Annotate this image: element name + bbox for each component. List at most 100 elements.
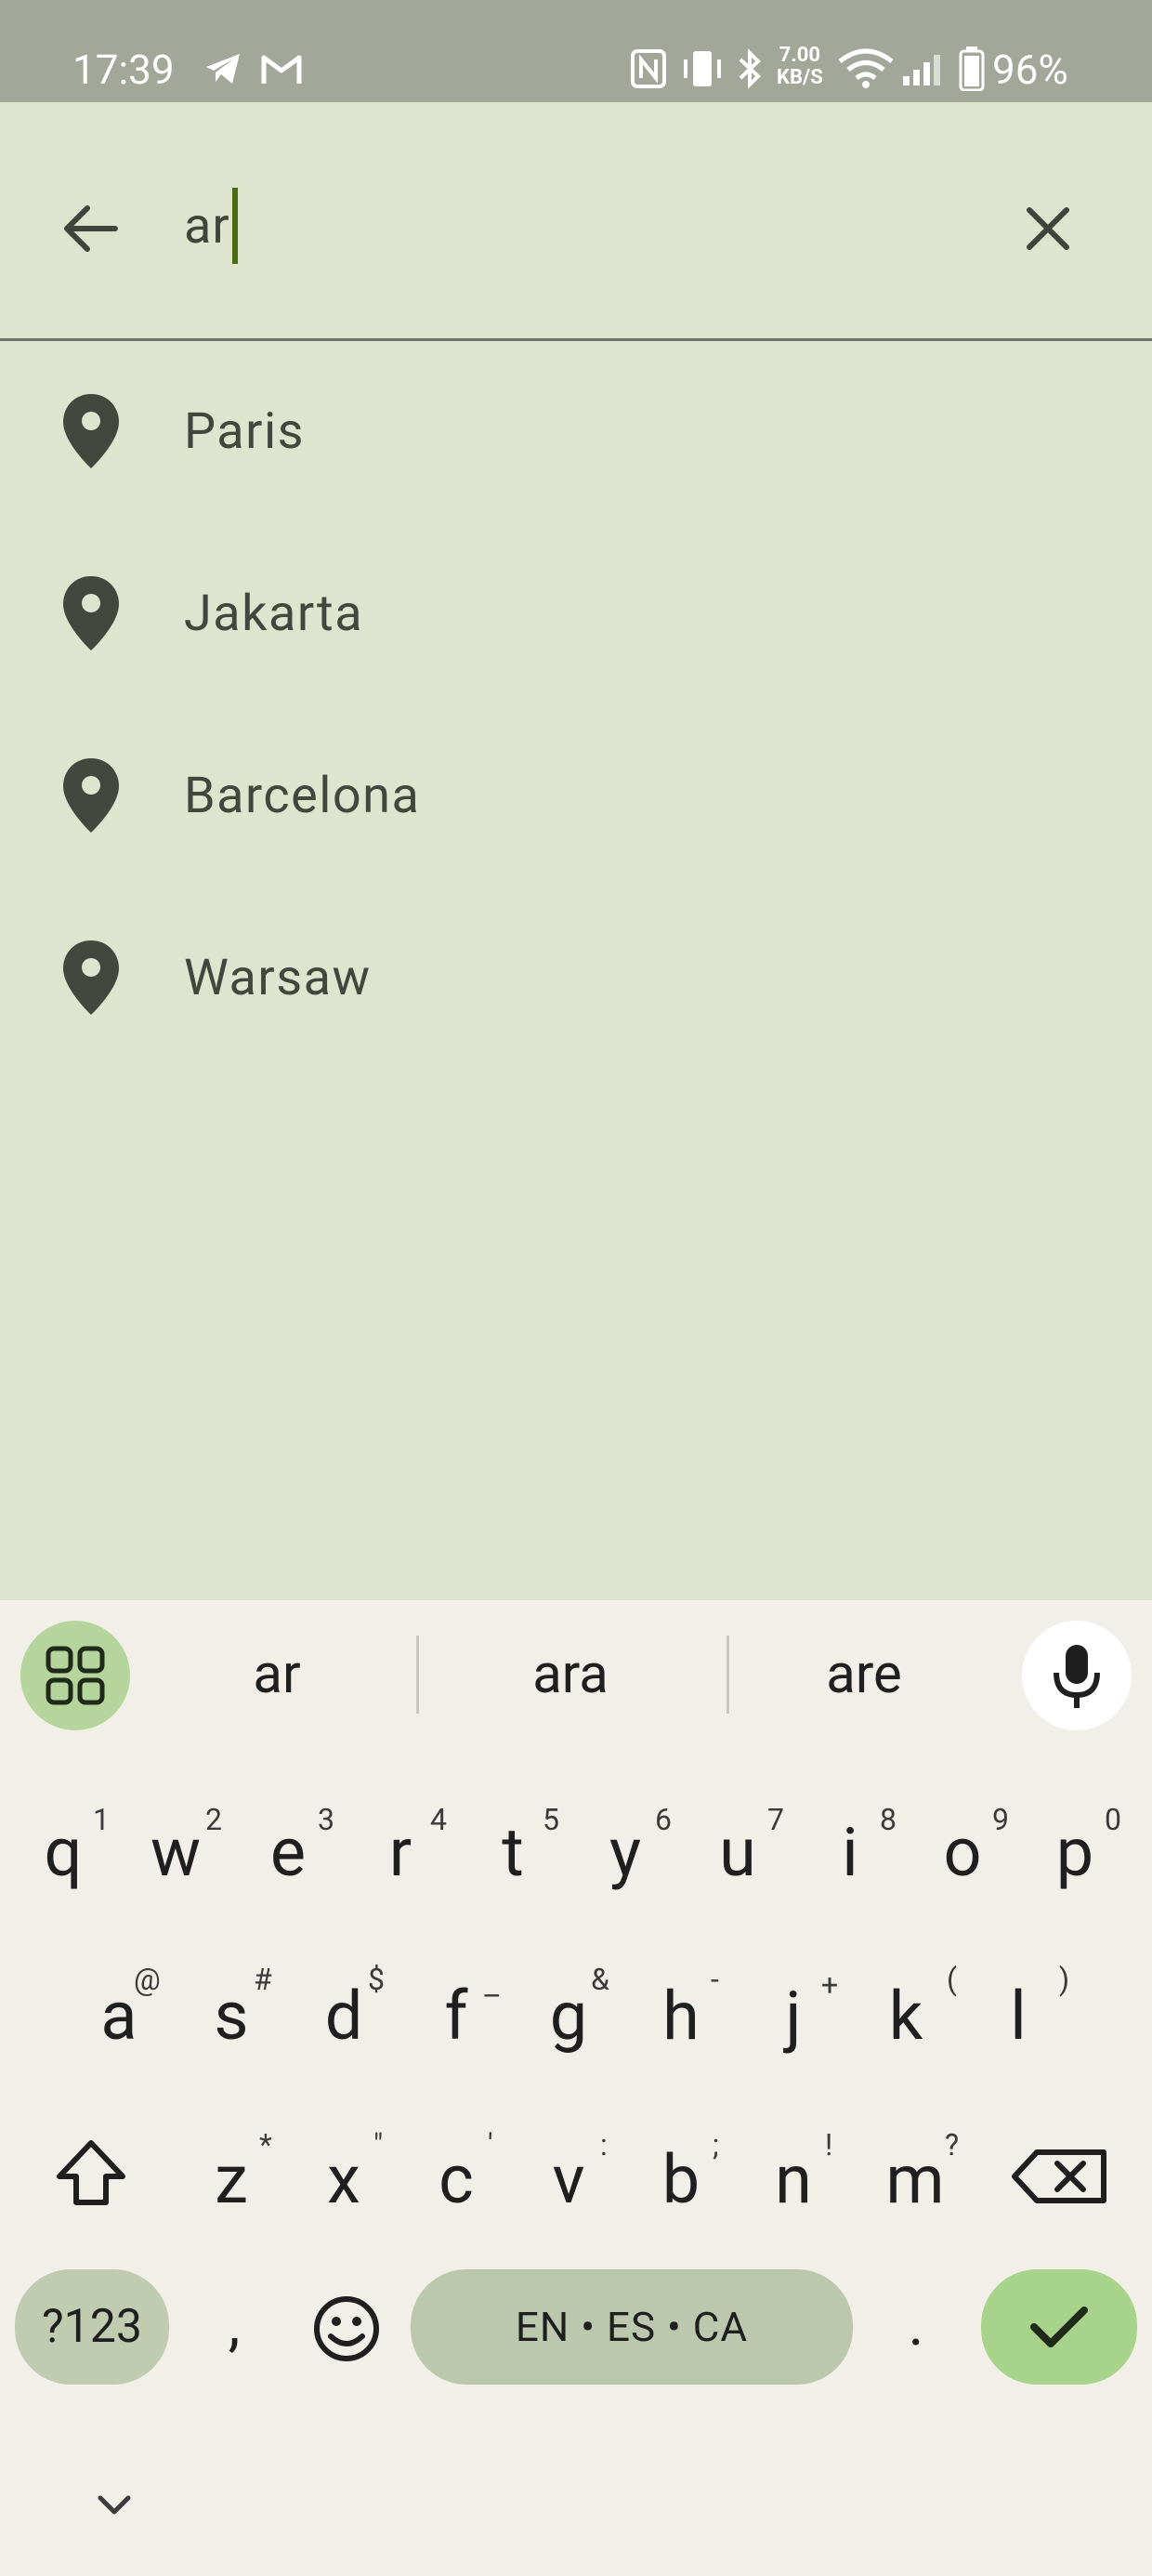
key-char: b <box>661 2140 700 2219</box>
voice-input-button[interactable] <box>1022 1621 1132 1730</box>
status-bar: 17:39 7.00 KB/S 96% <box>0 0 1152 102</box>
backspace-key[interactable] <box>994 2106 1124 2245</box>
key-p[interactable]: p0 <box>1019 1779 1131 1918</box>
shift-key[interactable] <box>28 2106 154 2245</box>
key-hint: – <box>482 1978 502 2014</box>
chevron-down-icon[interactable] <box>91 2487 137 2524</box>
result-item-jakarta[interactable]: Jakarta <box>0 522 1152 704</box>
key-m[interactable]: m? <box>859 2106 971 2245</box>
key-hint: 9 <box>992 1802 1009 1837</box>
space-bar[interactable]: EN • ES • CA <box>411 2269 853 2385</box>
grid-icon <box>46 1646 105 1705</box>
speed-value: 7.00 <box>779 44 820 67</box>
key-x[interactable]: x " <box>288 2106 399 2245</box>
key-hint: ? <box>945 2127 960 2162</box>
suggestion-2[interactable]: ara <box>450 1637 691 1712</box>
arrow-back-icon[interactable] <box>54 191 128 266</box>
close-icon[interactable] <box>1011 191 1085 266</box>
key-hint: - <box>711 1962 719 1997</box>
key-y[interactable]: y6 <box>569 1779 681 1918</box>
key-hint: 4 <box>430 1802 447 1837</box>
wifi-icon <box>838 48 894 88</box>
suggestion-divider <box>727 1636 729 1714</box>
key-v[interactable]: v: <box>513 2106 624 2245</box>
search-input[interactable]: ar <box>184 180 238 273</box>
location-pin-icon <box>63 758 119 833</box>
search-query-text: ar <box>184 197 230 256</box>
microphone-icon <box>1054 1645 1100 1708</box>
key-r[interactable]: r4 <box>345 1779 456 1918</box>
key-a[interactable]: a @ <box>63 1942 175 2082</box>
key-o[interactable]: o9 <box>907 1779 1018 1918</box>
result-label: Warsaw <box>184 949 372 1007</box>
enter-key[interactable] <box>981 2269 1137 2385</box>
key-char: l <box>1010 1977 1027 2056</box>
checkmark-icon <box>1030 2307 1088 2347</box>
key-char: k <box>888 1977 923 2056</box>
key-j[interactable]: j + <box>738 1942 849 2082</box>
suggestion-1[interactable]: ar <box>156 1637 398 1712</box>
period-key[interactable]: . <box>879 2288 953 2362</box>
comma-key[interactable]: , <box>197 2288 271 2362</box>
key-l[interactable]: l) <box>962 1942 1074 2082</box>
key-hint: 2 <box>205 1802 222 1837</box>
key-hint: * <box>259 2127 272 2162</box>
key-g[interactable]: g & <box>513 1942 624 2082</box>
key-u[interactable]: u7 <box>682 1779 793 1918</box>
key-t[interactable]: t5 <box>457 1779 569 1918</box>
key-e[interactable]: e3 <box>232 1779 344 1918</box>
key-hint: ( <box>947 1962 957 1997</box>
key-hint: ' <box>488 2127 493 2162</box>
key-hint: # <box>254 1962 272 1997</box>
key-hint: ; <box>713 2127 719 2162</box>
key-i[interactable]: i8 <box>794 1779 906 1918</box>
result-label: Paris <box>184 402 305 461</box>
key-z[interactable]: z * <box>176 2106 287 2245</box>
keyboard-tools-button[interactable] <box>20 1621 130 1730</box>
text-cursor <box>231 187 238 264</box>
key-h[interactable]: h- <box>625 1942 737 2082</box>
key-hint: 8 <box>880 1802 897 1837</box>
key-d[interactable]: d $ <box>288 1942 399 2082</box>
shift-icon <box>57 2140 125 2205</box>
key-w[interactable]: w2 <box>120 1779 231 1918</box>
key-hint: + <box>821 1967 839 2003</box>
key-hint: 1 <box>93 1802 110 1837</box>
key-hint: : <box>600 2127 608 2162</box>
key-hint: 6 <box>655 1802 672 1837</box>
speed-unit: KB/S <box>777 66 823 89</box>
key-char: c <box>439 2140 474 2219</box>
key-b[interactable]: b; <box>625 2106 737 2245</box>
key-f[interactable]: f – <box>400 1942 512 2082</box>
vibrate-icon <box>684 51 721 86</box>
key-s[interactable]: s # <box>176 1942 287 2082</box>
key-n[interactable]: n! <box>738 2106 849 2245</box>
key-hint: & <box>591 1962 609 1997</box>
key-q[interactable]: q1 <box>7 1779 119 1918</box>
search-bar: ar <box>0 102 1152 341</box>
location-pin-icon <box>63 394 119 468</box>
symbols-key[interactable]: ?123 <box>15 2269 169 2385</box>
key-hint: 7 <box>767 1802 784 1837</box>
suggestion-3[interactable]: are <box>743 1637 985 1712</box>
key-hint: 0 <box>1105 1802 1121 1837</box>
result-item-warsaw[interactable]: Warsaw <box>0 887 1152 1069</box>
search-results-list: Paris Jakarta Barcelona Warsaw <box>0 340 1152 1069</box>
battery-percentage: 96% <box>992 46 1068 94</box>
key-k[interactable]: k( <box>850 1942 962 2082</box>
result-item-barcelona[interactable]: Barcelona <box>0 704 1152 887</box>
result-item-paris[interactable]: Paris <box>0 340 1152 522</box>
key-c[interactable]: c ' <box>400 2106 512 2245</box>
location-pin-icon <box>63 576 119 651</box>
emoji-icon[interactable] <box>307 2292 386 2366</box>
location-pin-icon <box>63 940 119 1015</box>
key-hint: " <box>373 2127 384 2162</box>
suggestion-divider <box>416 1636 419 1714</box>
telegram-icon <box>206 54 240 84</box>
key-hint: $ <box>368 1962 385 1997</box>
nfc-icon <box>631 49 666 88</box>
on-screen-keyboard: ar ara are q1 w2 e3 r4 t5 y6 u7 i8 o9 p0… <box>0 1600 1152 2576</box>
backspace-icon <box>1012 2149 1106 2203</box>
key-hint: 3 <box>318 1802 334 1837</box>
battery-icon <box>959 46 985 91</box>
